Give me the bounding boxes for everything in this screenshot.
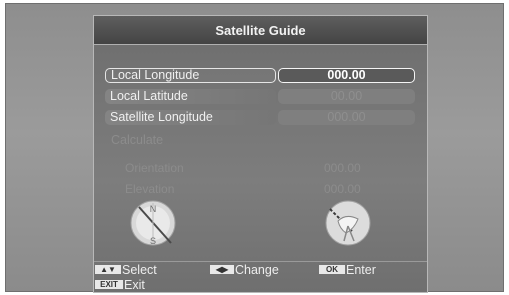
local-latitude-label[interactable]: Local Latitude (105, 89, 276, 104)
compass-icon: N S (129, 199, 177, 247)
satellite-longitude-label[interactable]: Satellite Longitude (105, 110, 276, 125)
tv-screen: Satellite Guide Local Longitude 000.00 L… (5, 3, 504, 293)
elevation-value: 000.00 (324, 182, 361, 196)
local-longitude-label[interactable]: Local Longitude (105, 68, 276, 83)
select-hint: Select (122, 263, 157, 277)
exit-key: EXIT (95, 280, 123, 289)
up-down-arrows-icon: ▲▼ (95, 265, 121, 274)
compass-north-label: N (150, 204, 157, 214)
orientation-value: 000.00 (324, 161, 361, 175)
local-latitude-value[interactable]: 00.00 (278, 89, 415, 104)
compass-south-label: S (150, 236, 156, 246)
exit-hint: Exit (124, 278, 145, 292)
satellite-guide-panel: Satellite Guide Local Longitude 000.00 L… (93, 15, 428, 293)
change-hint: Change (235, 263, 279, 277)
elevation-label: Elevation (125, 182, 175, 196)
enter-hint: Enter (346, 263, 376, 277)
satellite-longitude-value[interactable]: 000.00 (278, 110, 415, 125)
calculate-button[interactable]: Calculate (111, 133, 163, 147)
left-right-arrows-icon: ◀▶ (210, 265, 234, 274)
page-title: Satellite Guide (94, 16, 427, 45)
local-longitude-value[interactable]: 000.00 (278, 68, 415, 83)
satellite-dish-icon (324, 199, 372, 247)
footer-divider (94, 261, 427, 262)
orientation-label: Orientation (125, 161, 184, 175)
ok-key: OK (319, 265, 345, 274)
